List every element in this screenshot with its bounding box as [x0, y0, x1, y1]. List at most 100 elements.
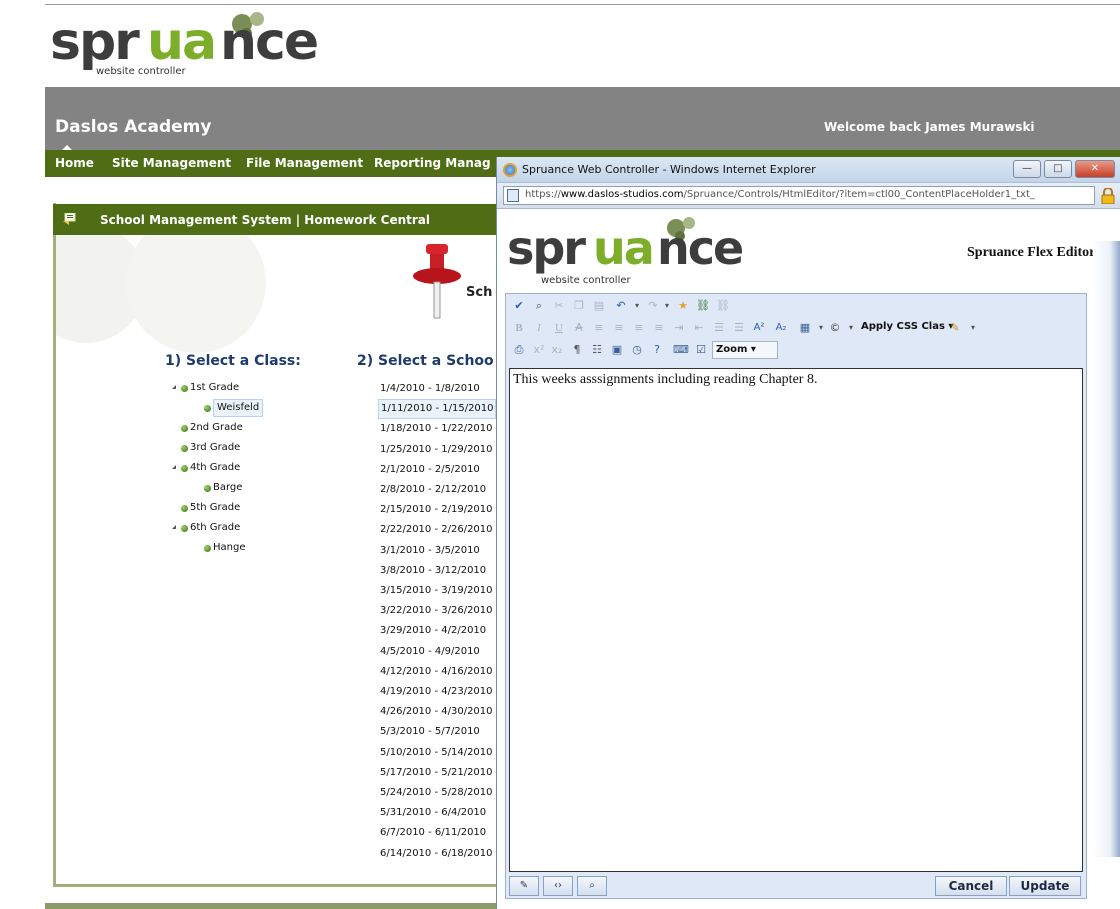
- lock-icon[interactable]: [1101, 188, 1115, 204]
- paragraph-icon[interactable]: ¶: [568, 341, 586, 359]
- tree-item-label: Weisfeld: [213, 399, 264, 417]
- underline-icon[interactable]: U: [550, 319, 568, 337]
- format-stripper-icon[interactable]: ✎: [946, 319, 964, 337]
- expand-arrow-icon[interactable]: [172, 385, 176, 389]
- week-item[interactable]: 2/22/2010 - 2/26/2010: [378, 520, 496, 540]
- week-heading: 2) Select a Schoo: [357, 353, 494, 369]
- week-item[interactable]: 5/17/2010 - 5/21/2010: [378, 763, 496, 783]
- zoom-dropdown[interactable]: Zoom ▾: [712, 341, 778, 359]
- favorite-icon[interactable]: ★: [674, 297, 692, 315]
- week-item[interactable]: 4/12/2010 - 4/16/2010: [378, 662, 496, 682]
- week-item[interactable]: 6/14/2010 - 6/18/2010: [378, 844, 496, 864]
- cancel-button[interactable]: Cancel: [935, 876, 1007, 896]
- url-field[interactable]: https://www.daslos-studios.com/Spruance/…: [503, 186, 1095, 205]
- expand-arrow-icon[interactable]: [172, 525, 176, 529]
- find-icon[interactable]: ⌕: [530, 297, 548, 315]
- nav-file-management[interactable]: File Management: [246, 156, 363, 170]
- logo-word-nce: nce: [220, 12, 319, 72]
- week-item[interactable]: 4/5/2010 - 4/9/2010: [378, 642, 496, 662]
- bullet-list-icon[interactable]: ☰: [730, 319, 748, 337]
- week-item[interactable]: 1/18/2010 - 1/22/2010: [378, 419, 496, 439]
- week-item[interactable]: 5/10/2010 - 5/14/2010: [378, 743, 496, 763]
- nav-reporting-management[interactable]: Reporting Manag: [374, 156, 491, 170]
- address-bar: https://www.daslos-studios.com/Spruance/…: [497, 183, 1120, 209]
- week-item[interactable]: 2/15/2010 - 2/19/2010: [378, 500, 496, 520]
- superscript-x-icon[interactable]: x²: [530, 341, 548, 359]
- week-item[interactable]: 3/15/2010 - 3/19/2010: [378, 581, 496, 601]
- html-editor: ✔ ⌕ ✂ ❐ ▤ ↶ ▾ ↷ ▾ ★ ⛓ ⛓ B I U A ≡ ≡ ≡ ≡ …: [505, 293, 1087, 899]
- site-header: Daslos Academy Welcome back James Muraws…: [45, 87, 1120, 150]
- week-item[interactable]: 2/1/2010 - 2/5/2010: [378, 460, 496, 480]
- copy-icon[interactable]: ❐: [570, 297, 588, 315]
- logo-word-spr: spr: [50, 12, 140, 72]
- tree-bullet-icon: [181, 425, 188, 432]
- cut-icon[interactable]: ✂: [550, 297, 568, 315]
- week-item[interactable]: 4/19/2010 - 4/23/2010: [378, 682, 496, 702]
- align-right-icon[interactable]: ≡: [630, 319, 648, 337]
- maximize-button[interactable]: □: [1044, 160, 1072, 178]
- tree-bullet-icon: [181, 385, 188, 392]
- week-item[interactable]: 3/1/2010 - 3/5/2010: [378, 541, 496, 561]
- css-class-dropdown[interactable]: Apply CSS Clas ▾: [858, 319, 953, 337]
- spellcheck-icon[interactable]: ✔: [510, 297, 528, 315]
- tree-item-label: 5th Grade: [190, 502, 241, 513]
- preview-mode-icon[interactable]: ⌕: [577, 876, 607, 896]
- link-icon[interactable]: ⛓: [694, 297, 712, 315]
- html-mode-icon[interactable]: ‹›: [543, 876, 573, 896]
- site-logo[interactable]: spr ua nce website controller: [50, 10, 340, 80]
- format-stripper-dropdown-icon[interactable]: ▾: [964, 319, 982, 337]
- media-icon[interactable]: ▣: [608, 341, 626, 359]
- nav-home[interactable]: Home: [55, 156, 94, 170]
- toolbar-row-1: ✔ ⌕ ✂ ❐ ▤ ↶ ▾ ↷ ▾ ★ ⛓ ⛓: [506, 296, 1086, 318]
- justify-icon[interactable]: ≡: [650, 319, 668, 337]
- italic-icon[interactable]: I: [530, 319, 548, 337]
- logo-tagline: website controller: [96, 66, 186, 77]
- week-item[interactable]: 3/22/2010 - 3/26/2010: [378, 601, 496, 621]
- welcome-message: Welcome back James Murawski: [824, 120, 1035, 134]
- strike-icon[interactable]: A: [570, 319, 588, 337]
- bold-icon[interactable]: B: [510, 319, 528, 337]
- indent-icon[interactable]: ⇥: [670, 319, 688, 337]
- editor-logo-nce: nce: [657, 221, 744, 275]
- design-mode-icon[interactable]: ✎: [509, 876, 539, 896]
- close-button[interactable]: ✕: [1075, 160, 1115, 178]
- superscript-icon[interactable]: A²: [750, 319, 768, 337]
- editor-content[interactable]: This weeks asssignments including readin…: [509, 368, 1083, 872]
- week-item[interactable]: 3/29/2010 - 4/2/2010: [378, 621, 496, 641]
- help-icon[interactable]: ?: [648, 341, 666, 359]
- week-item[interactable]: 4/26/2010 - 4/30/2010: [378, 702, 496, 722]
- unlink-icon[interactable]: ⛓: [714, 297, 732, 315]
- numbered-list-icon[interactable]: ☰: [710, 319, 728, 337]
- screen: spr ua nce website controller Daslos Aca…: [0, 0, 1120, 909]
- comment-icon[interactable]: ⌨: [672, 341, 690, 359]
- tree-item-label: 2nd Grade: [190, 422, 243, 433]
- form-icon[interactable]: ☑: [692, 341, 710, 359]
- minimize-button[interactable]: —: [1013, 160, 1041, 178]
- editor-label: Spruance Flex Editor: [967, 245, 1096, 260]
- week-item[interactable]: 1/4/2010 - 1/8/2010: [378, 379, 496, 399]
- subscript-icon[interactable]: A₂: [772, 319, 790, 337]
- week-item[interactable]: 3/8/2010 - 3/12/2010: [378, 561, 496, 581]
- outdent-icon[interactable]: ⇤: [690, 319, 708, 337]
- subscript-x-icon[interactable]: x₂: [548, 341, 566, 359]
- week-item[interactable]: 5/3/2010 - 5/7/2010: [378, 722, 496, 742]
- window-titlebar[interactable]: Spruance Web Controller - Windows Intern…: [497, 157, 1120, 183]
- week-item[interactable]: 5/24/2010 - 5/28/2010: [378, 783, 496, 803]
- nav-site-management[interactable]: Site Management: [112, 156, 231, 170]
- align-center-icon[interactable]: ≡: [610, 319, 628, 337]
- week-item[interactable]: 1/25/2010 - 1/29/2010: [378, 440, 496, 460]
- week-item[interactable]: 6/7/2010 - 6/11/2010: [378, 823, 496, 843]
- tree-item-label: 3rd Grade: [190, 442, 241, 453]
- align-left-icon[interactable]: ≡: [590, 319, 608, 337]
- week-item[interactable]: 1/11/2010 - 1/15/2010: [378, 399, 496, 420]
- list-format-icon[interactable]: ☷: [588, 341, 606, 359]
- print-icon[interactable]: ⎙: [510, 341, 528, 359]
- week-item[interactable]: 5/31/2010 - 6/4/2010: [378, 803, 496, 823]
- expand-arrow-icon[interactable]: [172, 465, 176, 469]
- week-item[interactable]: 2/8/2010 - 2/12/2010: [378, 480, 496, 500]
- tree-bullet-icon: [181, 505, 188, 512]
- paste-icon[interactable]: ▤: [590, 297, 608, 315]
- time-icon[interactable]: ◷: [628, 341, 646, 359]
- update-button[interactable]: Update: [1009, 876, 1081, 896]
- panel-header: School Management System | Homework Cent…: [53, 204, 515, 235]
